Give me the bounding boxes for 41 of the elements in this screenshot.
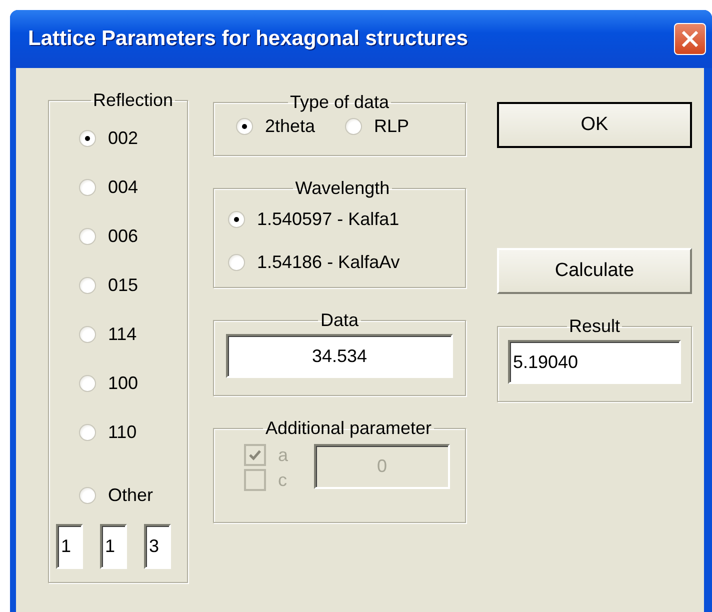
radio-label[interactable]: 002 bbox=[108, 128, 138, 149]
radio-label[interactable]: 114 bbox=[108, 324, 137, 345]
check-icon bbox=[248, 448, 262, 462]
window-title: Lattice Parameters for hexagonal structures bbox=[28, 27, 468, 51]
group-label: Additional parameter bbox=[264, 418, 433, 438]
radio-button[interactable] bbox=[79, 487, 96, 504]
radio-button[interactable] bbox=[79, 228, 96, 245]
radio-label[interactable]: 006 bbox=[108, 226, 138, 247]
radio-label[interactable]: Other bbox=[108, 485, 154, 506]
radio-button[interactable] bbox=[345, 118, 362, 135]
close-icon bbox=[679, 28, 701, 50]
dialog-button[interactable]: Calculate bbox=[497, 248, 692, 294]
radio-button[interactable] bbox=[79, 179, 96, 196]
radio-button[interactable] bbox=[228, 211, 245, 228]
index-field[interactable]: 1 bbox=[56, 524, 83, 569]
index-field[interactable]: 1 bbox=[100, 524, 127, 569]
data-field[interactable]: 34.534 bbox=[226, 334, 453, 378]
radio-button[interactable] bbox=[79, 424, 96, 441]
radio-label[interactable]: 1.54186 - KalfaAv bbox=[257, 252, 400, 273]
radio-label[interactable]: RLP bbox=[374, 116, 410, 137]
radio-label[interactable]: 110 bbox=[108, 422, 137, 443]
radio-button[interactable] bbox=[79, 326, 96, 343]
radio-label[interactable]: 2theta bbox=[265, 116, 316, 137]
radio-label[interactable]: 1.540597 - Kalfa1 bbox=[257, 209, 400, 230]
index-field[interactable]: 3 bbox=[144, 524, 171, 569]
close-button[interactable] bbox=[674, 23, 706, 55]
radio-button[interactable] bbox=[79, 130, 96, 147]
radio-button[interactable] bbox=[79, 375, 96, 392]
radio-label[interactable]: 015 bbox=[108, 275, 138, 296]
result-field[interactable]: 5.19040 bbox=[508, 340, 681, 384]
group-label: Result bbox=[568, 316, 622, 336]
radio-label[interactable]: 100 bbox=[108, 373, 138, 394]
radio-button[interactable] bbox=[236, 118, 253, 135]
group-label: Wavelength bbox=[294, 178, 391, 198]
group-label: Reflection bbox=[92, 90, 174, 110]
radio-button[interactable] bbox=[228, 254, 245, 271]
radio-label[interactable]: 004 bbox=[108, 177, 138, 198]
group-label: Data bbox=[319, 310, 360, 330]
group-label: Type of data bbox=[288, 92, 390, 112]
radio-button[interactable] bbox=[79, 277, 96, 294]
dialog-button[interactable]: OK bbox=[497, 102, 692, 148]
